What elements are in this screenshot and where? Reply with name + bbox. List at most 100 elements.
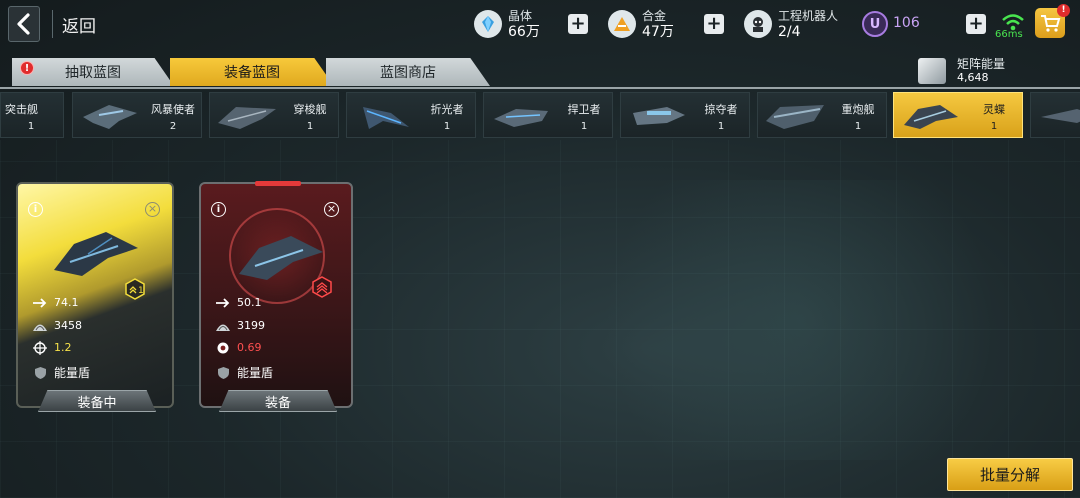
ship-name: 灵蝶 [983,103,1005,116]
add-crystal-button[interactable]: + [568,14,588,34]
tab-label: 抽取蓝图 [65,65,121,81]
robots-value: 2/4 [778,24,801,40]
ship-icon [54,232,138,276]
resource-crystal: 晶体 66万 [474,6,540,42]
add-alloy-button[interactable]: + [704,14,724,34]
resource-robots: 工程机器人 2/4 [744,6,838,42]
ship-item-defender[interactable]: 捍卫者 1 [483,92,613,138]
blueprint-card-gold[interactable]: i × 1 74.1 3458 1.2 能量盾 装备中 [16,182,174,412]
matrix-energy-label: 矩阵能量 [957,57,1006,71]
alloy-icon [608,10,636,38]
ship-item-heavy-gunship[interactable]: 重炮舰 1 [757,92,887,138]
armor-value: 3458 [54,319,82,332]
info-icon[interactable]: i [28,202,43,217]
latency-value: 66ms [995,29,1023,40]
alloy-label: 合金 [642,9,667,23]
tab-equip-blueprint[interactable]: 装备蓝图 [170,58,334,86]
back-label[interactable]: 返回 [62,12,96,37]
background-glow [560,180,1040,460]
crystal-value: 66万 [508,24,540,40]
equip-button[interactable]: 装备 [219,390,337,412]
chevron-left-icon [17,13,30,35]
shield-icon [215,366,231,379]
add-u-currency-button[interactable]: + [966,14,986,34]
ship-count: 2 [169,121,177,132]
ship-item-partial[interactable] [1030,92,1080,138]
bulk-dismantle-button[interactable]: 批量分解 [947,458,1073,491]
stat-shield: 能量盾 [32,364,90,381]
ship-count: 1 [990,121,998,132]
ship-icon [83,105,137,129]
rank-badge-icon [312,276,332,298]
gear-icon [215,342,231,354]
ship-icon [633,107,685,125]
back-button[interactable] [8,6,40,42]
accuracy-value: 1.2 [54,341,72,354]
top-bar: 返回 晶体 66万 + 合金 47万 + 工程机器人 2/4 U 106 + 6… [0,0,1080,50]
crosshair-icon [32,340,48,355]
stat-accuracy: 1.2 [32,340,72,355]
matrix-energy-icon [918,58,946,84]
stat-armor: 3199 [215,319,265,332]
close-icon[interactable]: × [324,202,339,217]
ship-count: 1 [27,121,35,132]
fire-rate-value: 0.69 [237,341,262,354]
divider [52,10,53,38]
speed-value: 74.1 [54,296,79,309]
ship-name: 突击舰 [5,103,38,116]
rank-badge-icon: 1 [125,278,145,300]
info-icon[interactable]: i [211,202,226,217]
tab-draw-blueprint[interactable]: 抽取蓝图 [12,58,174,86]
u-currency-value: 106 [893,15,920,31]
svg-text:1: 1 [138,286,144,296]
close-icon[interactable]: × [145,202,160,217]
ship-item-assault[interactable]: 突击舰 1 [0,92,64,138]
ship-item-storm[interactable]: 风暴使者 2 [72,92,202,138]
ship-count: 1 [443,121,451,132]
ship-icon [494,109,548,127]
armor-icon [215,320,231,332]
ship-icon [904,105,958,129]
cart-alert-badge: ! [1057,4,1070,17]
ship-item-marauder[interactable]: 掠夺者 1 [620,92,750,138]
robot-icon [744,10,772,38]
resource-alloy: 合金 47万 [608,6,674,42]
ship-icon [218,107,276,129]
ship-item-refractor[interactable]: 折光者 1 [346,92,476,138]
armor-value: 3199 [237,319,265,332]
arrow-right-icon [32,297,48,309]
shield-value: 能量盾 [237,366,274,380]
stat-fire-rate: 0.69 [215,341,262,354]
ship-name: 掠夺者 [704,103,738,116]
blueprint-card-red[interactable]: i × 50.1 3199 0.69 能量盾 装备 [199,181,353,412]
tab-blueprint-shop[interactable]: 蓝图商店 [326,58,490,86]
equip-button-label: 装备 [264,395,291,411]
ship-icon [766,105,824,129]
ship-item-spirit-butterfly[interactable]: 灵蝶 1 [893,92,1023,138]
speed-value: 50.1 [237,296,262,309]
ship-name: 风暴使者 [151,103,195,116]
ship-item-shuttle[interactable]: 穿梭舰 1 [209,92,339,138]
matrix-energy-value: 4,648 [957,71,989,84]
shield-value: 能量盾 [54,366,91,380]
crystal-icon [474,10,502,38]
equipped-button[interactable]: 装备中 [38,390,156,412]
ship-count: 1 [306,121,314,132]
ship-count: 1 [580,121,588,132]
cart-icon [1041,15,1061,32]
tab-label: 蓝图商店 [380,65,436,81]
tab-label: 装备蓝图 [224,65,280,81]
ship-type-strip: 突击舰 1 风暴使者 2 穿梭舰 1 折光者 1 捍卫者 1 掠夺者 1 重炮舰… [0,92,1080,140]
tab-alert-badge: ! [20,61,34,75]
stat-shield: 能量盾 [215,364,273,381]
ship-name: 折光者 [430,103,464,116]
crystal-label: 晶体 [508,9,533,23]
bulk-dismantle-label: 批量分解 [979,466,1040,484]
ship-icon [1041,109,1080,123]
shield-icon [32,366,48,379]
stat-armor: 3458 [32,319,82,332]
ship-name: 穿梭舰 [293,103,327,116]
tabs-underline [0,87,1080,89]
ship-count: 1 [854,121,862,132]
alloy-value: 47万 [642,24,674,40]
